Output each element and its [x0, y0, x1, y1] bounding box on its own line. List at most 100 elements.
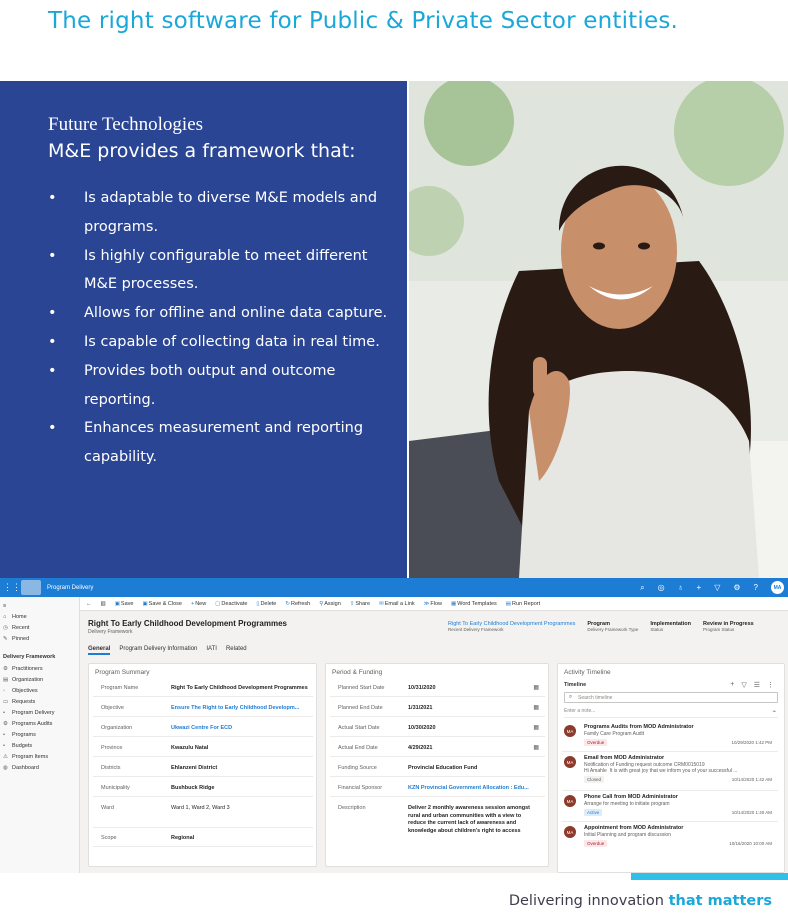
- nav-program-delivery[interactable]: • Program Delivery: [0, 708, 79, 719]
- user-avatar[interactable]: MA: [771, 581, 784, 594]
- avatar: MA: [564, 826, 576, 838]
- nav-programs-audits[interactable]: ⚙ Programs Audits: [0, 719, 79, 730]
- header-field[interactable]: Right To Early Childhood Development Pro…: [448, 621, 575, 632]
- nav-label: Requests: [12, 699, 36, 705]
- nav-home[interactable]: ⌂ Home: [0, 612, 79, 623]
- company-name: Future Technologies: [48, 114, 204, 135]
- field-row[interactable]: Program Name Right To Early Childhood Dev…: [93, 680, 313, 697]
- feature-text: Is capable of collecting data in real ti…: [84, 333, 380, 350]
- nav-programs[interactable]: • Programs: [0, 730, 79, 741]
- timeline-item[interactable]: MA Email from MOD Administrator Notifica…: [562, 753, 778, 791]
- timeline-item[interactable]: MA Programs Audits from MOD Administrato…: [562, 722, 778, 752]
- status-badge: Overdue: [584, 739, 608, 746]
- framework-lead: M&E provides a framework that:: [48, 140, 356, 162]
- nav-budgets[interactable]: • Budgets: [0, 741, 79, 752]
- search-icon[interactable]: ⌕: [640, 583, 644, 593]
- nav-label: Pinned: [12, 636, 30, 642]
- feature-item: • Enhances measurement and reporting capa…: [48, 414, 388, 472]
- timeline-item[interactable]: MA Appointment from MOD Administrator In…: [562, 823, 778, 853]
- assign-button[interactable]: ⚲Assign: [319, 601, 341, 607]
- feature-text: Provides both output and outcome reporti…: [84, 362, 336, 408]
- field-row[interactable]: Province Kwazulu Natal: [93, 740, 313, 757]
- feature-item: • Is adaptable to diverse M&E models and …: [48, 184, 388, 242]
- tab-iati[interactable]: IATI: [206, 646, 217, 655]
- lightbulb-icon[interactable]: ♁: [678, 583, 684, 592]
- new-button[interactable]: +New: [191, 601, 206, 607]
- deactivate-button[interactable]: ▢Deactivate: [215, 601, 247, 607]
- home-icon: ⌂: [3, 614, 7, 620]
- field-row[interactable]: Districts Ehlanzeni District: [93, 760, 313, 777]
- field-row[interactable]: Actual End Date 4/29/2021 ▦: [330, 740, 545, 757]
- field-row[interactable]: Ward Ward 1, Ward 2, Ward 3: [93, 800, 313, 828]
- field-row[interactable]: Actual Start Date 10/30/2020 ▦: [330, 720, 545, 737]
- feature-list: • Is adaptable to diverse M&E models and …: [48, 184, 388, 472]
- delete-button[interactable]: ▯Delete: [256, 601, 276, 607]
- feature-item: • Provides both output and outcome report…: [48, 357, 388, 415]
- header-field: Review in Progress Program Status: [702, 621, 754, 632]
- share-button[interactable]: ⇪Share: [350, 601, 370, 607]
- list-icon[interactable]: ☰: [754, 681, 760, 689]
- nav-requests[interactable]: ▭ Requests: [0, 697, 79, 708]
- calendar-icon: ▦: [533, 685, 539, 691]
- app-name[interactable]: Program Delivery: [47, 585, 93, 591]
- search-timeline-input[interactable]: ⌕ Search timeline: [564, 692, 778, 703]
- tab-related[interactable]: Related: [226, 646, 247, 655]
- field-row[interactable]: Description Deliver 2 monthly awareness s…: [330, 800, 545, 844]
- nav-organization[interactable]: ▤ Organization: [0, 675, 79, 686]
- flow-button[interactable]: ≫Flow: [424, 601, 442, 607]
- hamburger-icon[interactable]: ≡: [0, 601, 79, 612]
- woman-thumbs-up-photo: [409, 81, 788, 578]
- save-button[interactable]: ▣Save: [115, 601, 134, 607]
- nav-objectives[interactable]: ◦ Objectives: [0, 686, 79, 697]
- tagline-emphasis: that matters: [668, 893, 772, 909]
- feature-panel: Future Technologies M&E provides a frame…: [0, 81, 407, 578]
- attachment-icon[interactable]: ⌁: [772, 708, 776, 715]
- email-link-button[interactable]: ✉Email a Link: [379, 601, 415, 607]
- period-funding-card: Period & Funding Planned Start Date 10/31…: [325, 663, 549, 867]
- field-row[interactable]: Objective Ensure The Right to Early Child…: [93, 700, 313, 717]
- settings-icon[interactable]: ⚙: [733, 583, 740, 592]
- nav-dashboard[interactable]: ◍ Dashboard: [0, 763, 79, 774]
- tab-program-delivery-information[interactable]: Program Delivery Information: [119, 646, 197, 655]
- field-row[interactable]: Scope Regional: [93, 830, 313, 847]
- header-field: Implementation Status: [650, 621, 691, 632]
- nav-label: Dashboard: [12, 765, 39, 771]
- timeline-desc: Initial Planning and program discussion: [584, 832, 671, 838]
- entity-icon: ▤: [3, 677, 9, 683]
- run-report-button[interactable]: ▤Run Report: [506, 601, 540, 607]
- plus-icon[interactable]: +: [730, 681, 734, 689]
- app-launcher-icon[interactable]: ⋮⋮: [3, 582, 21, 593]
- entity-icon: ▭: [3, 699, 9, 705]
- field-row[interactable]: Municipality Bushbuck Ridge: [93, 780, 313, 797]
- nav-pinned[interactable]: ✎ Pinned: [0, 634, 79, 645]
- nav-label: Budgets: [12, 743, 33, 749]
- bullet: •: [48, 333, 57, 350]
- bullet: •: [48, 190, 57, 206]
- field-row[interactable]: Organization Ukwazi Centre For ECD: [93, 720, 313, 737]
- field-row[interactable]: Planned End Date 1/31/2021 ▦: [330, 700, 545, 717]
- field-row[interactable]: Planned Start Date 10/31/2020 ▦: [330, 680, 545, 697]
- nav-recent[interactable]: ◷ Recent: [0, 623, 79, 634]
- timeline-item[interactable]: MA Phone Call from MOD Administrator Arr…: [562, 792, 778, 822]
- filter-icon[interactable]: ▽: [714, 583, 720, 592]
- note-input[interactable]: Enter a note... ⌁: [564, 708, 778, 718]
- tab-general[interactable]: General: [88, 646, 111, 655]
- save-close-button[interactable]: ▣Save & Close: [142, 601, 182, 607]
- clock-icon: ◷: [3, 625, 8, 631]
- field-row[interactable]: Funding Source Provincial Education Fund: [330, 760, 545, 777]
- assistant-icon[interactable]: ◎: [658, 583, 665, 592]
- word-templates-button[interactable]: ▦Word Templates: [451, 601, 497, 607]
- help-icon[interactable]: ?: [754, 583, 758, 592]
- filter-icon[interactable]: ▽: [741, 681, 746, 689]
- entity-icon: ⚙: [3, 666, 8, 672]
- nav-label: Program Delivery: [12, 710, 55, 716]
- nav-label: Program Items: [12, 754, 49, 760]
- plus-icon[interactable]: +: [697, 583, 702, 592]
- nav-program-items[interactable]: ⚠ Program Items: [0, 752, 79, 763]
- back-icon[interactable]: ←: [86, 601, 92, 607]
- refresh-button[interactable]: ↻Refresh: [285, 601, 310, 607]
- record-icon[interactable]: ▥: [101, 601, 106, 607]
- nav-practitioners[interactable]: ⚙ Practitioners: [0, 664, 79, 675]
- field-row[interactable]: Financial Sponsor KZN Provincial Governme…: [330, 780, 545, 797]
- more-icon[interactable]: ⋮: [767, 681, 774, 689]
